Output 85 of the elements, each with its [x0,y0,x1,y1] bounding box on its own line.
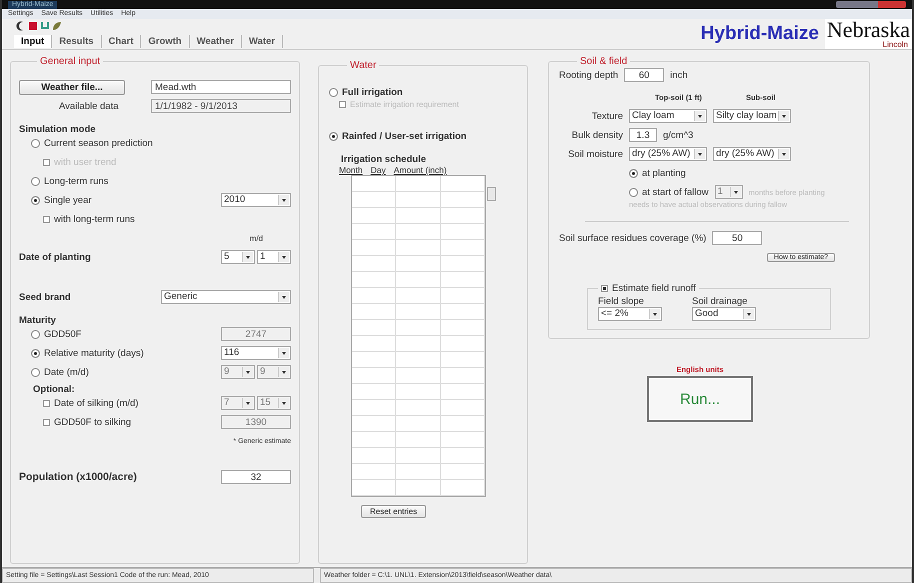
dropdown[interactable]: <= 2% [598,307,662,321]
radio-button[interactable] [329,132,338,141]
radio-button[interactable] [329,88,338,97]
dropdown[interactable]: 116 [221,346,291,360]
app-title: Hybrid-Maize [700,23,819,45]
column-header: Day [370,165,386,175]
field-label: Field slope [598,296,645,307]
option-label[interactable]: Relative maturity (days) [44,348,144,358]
tab[interactable]: Weather [190,35,242,48]
field-label: Rooting depth [559,70,618,80]
option-label[interactable]: Single year [44,194,92,206]
radio-button[interactable] [31,138,40,148]
field-label: Soil drainage [692,296,748,307]
group-title: General input [39,56,102,67]
checkbox[interactable]: Date of silking (m/d) [43,398,138,408]
field-label: Seed brand [19,292,71,302]
section-label: Irrigation schedule [341,154,427,165]
option-label[interactable]: Current season prediction [44,138,153,148]
section-label: Optional: [33,384,76,395]
unit-label: inch [670,70,688,80]
dropdown[interactable]: Silty clay loam [713,109,791,123]
dropdown[interactable]: dry (25% AW) [713,147,791,161]
radio-button[interactable] [31,348,40,358]
logo-subtext: Lincoln [882,40,909,49]
section-label: Maturity [19,315,57,326]
option-label[interactable]: at start of fallow [642,186,709,198]
run-button[interactable]: Run... [647,376,753,422]
dropdown[interactable]: 1 [257,250,291,264]
spin-box[interactable]: 9 [257,365,291,379]
dropdown[interactable]: dry (25% AW) [629,147,707,161]
dropdown[interactable]: 5 [221,250,255,264]
option-label[interactable]: Long-term runs [44,176,108,186]
tab[interactable]: Input [14,35,52,48]
text-field[interactable]: Mead.wth [151,80,291,94]
field-label: Soil moisture [567,148,623,160]
spin-box[interactable]: 15 [257,396,291,410]
option-label[interactable]: Date (m/d) [44,366,89,378]
checkbox[interactable]: Estimate field runoff [601,283,696,294]
weather-file-button[interactable]: Weather file... [19,80,125,94]
radio-button[interactable] [31,330,40,338]
field-label: Bulk density [570,130,623,140]
option-label[interactable]: at planting [642,168,686,178]
tab[interactable]: Chart [102,35,142,48]
field-label: Available data [59,100,119,112]
text-field[interactable]: 50 [712,231,762,245]
field-label: Soil surface residues coverage (%) [559,232,706,244]
field-label: Date of planting [19,252,91,262]
radio-button[interactable] [31,176,40,186]
reset-entries-button[interactable]: Reset entries [361,505,426,518]
unit-label: m/d [250,234,263,242]
logo-text: Nebraska [826,19,910,40]
radio-button[interactable] [629,188,638,196]
dropdown[interactable]: Clay loam [629,109,707,123]
spin-box[interactable]: 9 [221,365,255,379]
column-header: Month [339,165,363,175]
radio-button[interactable] [31,196,40,204]
field-label: Texture [590,110,623,122]
dropdown[interactable]: 2010 [221,193,291,207]
tab[interactable]: Water [242,35,283,48]
dropdown[interactable]: 1 [714,185,743,199]
checkbox[interactable]: with long-term runs [43,214,135,224]
checkbox[interactable]: GDD50F to silking [43,416,132,428]
section-label: Simulation mode [19,124,97,135]
tab[interactable]: Growth [141,35,190,48]
text-field[interactable]: 2747 [221,327,291,341]
field-label: Population (x1000/acre) [19,471,137,483]
text-field[interactable]: 1390 [221,415,291,429]
group-title: Water [349,60,378,71]
text-field[interactable]: 1.3 [629,128,657,142]
spin-box[interactable]: 7 [221,396,255,410]
group-title: Soil & field [579,56,628,67]
text-field[interactable]: 60 [624,68,664,82]
option-label[interactable]: GDD50F [44,328,82,340]
radio-button[interactable] [31,368,40,376]
schedule-grid[interactable] [351,175,486,497]
column-header: Amount (inch) [394,165,447,175]
unit-label: g/cm^3 [663,130,694,140]
option-label[interactable]: Rainfed / User-set irrigation [342,131,467,142]
leaf-icon[interactable] [52,21,62,31]
text-field[interactable]: 32 [221,470,291,484]
option-label[interactable]: Full irrigation [342,87,403,98]
tab[interactable]: Results [52,35,102,48]
dropdown[interactable]: Generic [161,290,291,304]
dropdown[interactable]: Good [692,307,756,321]
radio-button[interactable] [629,168,638,178]
